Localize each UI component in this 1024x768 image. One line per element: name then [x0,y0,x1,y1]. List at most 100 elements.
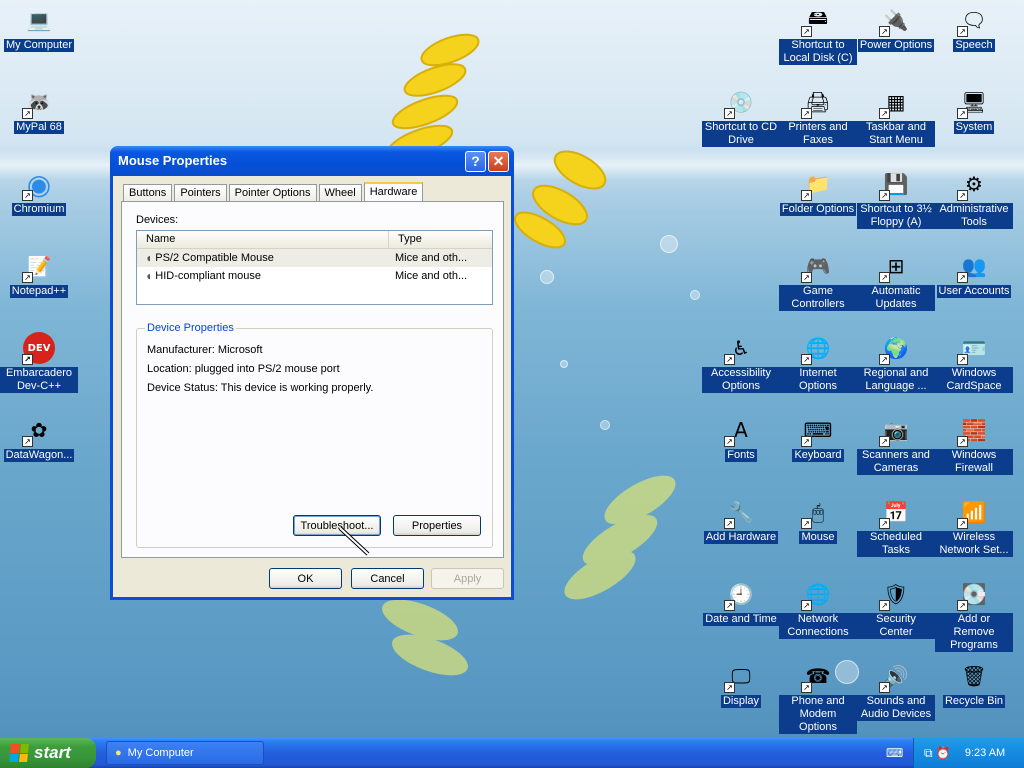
desktop-icon-shortcut-to-3-floppy-a[interactable]: 💾 ↗ Shortcut to 3½ Floppy (A) [857,168,935,229]
keyboard-icon: ⌨ ↗ [801,414,834,447]
shortcut-arrow-icon: ↗ [879,108,890,119]
desktop-icon-notepad[interactable]: 📝 ↗ Notepad++ [0,250,78,298]
desktop-icon-power-options[interactable]: 🔌 ↗ Power Options [857,4,935,52]
shortcut-arrow-icon: ↗ [879,190,890,201]
sounds-and-audio-devices-icon: 🔊 ↗ [879,660,912,693]
column-header-type[interactable]: Type [389,231,431,248]
power-options-icon: 🔌 ↗ [879,4,912,37]
tab-buttons[interactable]: Buttons [123,184,173,202]
desktop-icon-label: Game Controllers [779,285,857,311]
bubble [600,420,610,430]
desktop-icon-automatic-updates[interactable]: ⊞ ↗ Automatic Updates [857,250,935,311]
desktop-icon-taskbar-and-start-menu[interactable]: ▦ ↗ Taskbar and Start Menu [857,86,935,147]
wireless-network-set-icon: 📶 ↗ [957,496,990,529]
desktop-icon-wireless-network-set[interactable]: 📶 ↗ Wireless Network Set... [935,496,1013,557]
desktop-icon-date-and-time[interactable]: 🕘 ↗ Date and Time [702,578,780,626]
devices-list[interactable]: Name Type ◖ PS/2 Compatible Mouse Mice an… [136,230,493,305]
desktop-icon-windows-firewall[interactable]: 🧱 ↗ Windows Firewall [935,414,1013,475]
column-header-name[interactable]: Name [137,231,389,248]
shortcut-arrow-icon: ↗ [879,600,890,611]
automatic-updates-icon: ⊞ ↗ [879,250,912,283]
desktop-icon-label: Windows Firewall [935,449,1013,475]
shortcut-arrow-icon: ↗ [879,436,890,447]
desktop-icon-keyboard[interactable]: ⌨ ↗ Keyboard [779,414,857,462]
desktop-icon-printers-and-faxes[interactable]: 🖨 ↗ Printers and Faxes [779,86,857,147]
desktop-icon-label: Regional and Language ... [857,367,935,393]
desktop-icon-mouse[interactable]: 🖱 ↗ Mouse [779,496,857,544]
desktop-icon-speech[interactable]: 🗨 ↗ Speech [935,4,1013,52]
desktop-icon-my-computer[interactable]: 💻 My Computer [0,4,78,52]
printers-and-faxes-icon: 🖨 ↗ [801,86,834,119]
desktop-icon-windows-cardspace[interactable]: 🪪 ↗ Windows CardSpace [935,332,1013,393]
taskbar-item-my-computer[interactable]: ● My Computer [106,741,264,765]
desktop-icon-scanners-and-cameras[interactable]: 📷 ↗ Scanners and Cameras [857,414,935,475]
clock[interactable]: 9:23 AM [965,747,1005,759]
desktop-icon-embarcadero-dev-c[interactable]: DEV ↗ Embarcadero Dev-C++ [0,332,78,393]
shortcut-arrow-icon: ↗ [801,436,812,447]
desktop-icon-accessibility-options[interactable]: ♿ ↗ Accessibility Options [702,332,780,393]
ok-button[interactable]: OK [269,568,342,589]
apply-button[interactable]: Apply [431,568,504,589]
desktop-icon-administrative-tools[interactable]: ⚙ ↗ Administrative Tools [935,168,1013,229]
shortcut-arrow-icon: ↗ [724,354,735,365]
device-row[interactable]: ◖ PS/2 Compatible Mouse Mice and oth... [137,249,492,267]
desktop-icon-add-or-remove-programs[interactable]: 💽 ↗ Add or Remove Programs [935,578,1013,652]
desktop-icon-shortcut-to-local-disk-c[interactable]: 🖴 ↗ Shortcut to Local Disk (C) [779,4,857,65]
start-button[interactable]: start [0,738,96,768]
tab-strip: Buttons Pointers Pointer Options Wheel H… [123,182,425,203]
desktop-icon-sounds-and-audio-devices[interactable]: 🔊 ↗ Sounds and Audio Devices [857,660,935,721]
desktop-icon-shortcut-to-cd-drive[interactable]: 💿 ↗ Shortcut to CD Drive [702,86,780,147]
desktop-icon-display[interactable]: 🖵 ↗ Display [702,660,780,708]
mouse-icon: ◖ [145,251,153,265]
desktop-icon-mypal-68[interactable]: 🦝 ↗ MyPal 68 [0,86,78,134]
desktop-icon-folder-options[interactable]: 📁 ↗ Folder Options [779,168,857,216]
desktop-icon-chromium[interactable]: ◉ ↗ Chromium [0,168,78,216]
help-button[interactable]: ? [465,151,486,172]
desktop-icon-label: Mouse [799,531,837,544]
desktop-icon-recycle-bin[interactable]: 🗑 Recycle Bin [935,660,1013,708]
mouse-icon: 🖱 ↗ [801,496,834,529]
network-connections-icon: 🌐 ↗ [801,578,834,611]
desktop-icon-label: Date and Time [703,613,779,626]
devices-label: Devices: [136,214,179,226]
desktop-icon-label: Sounds and Audio Devices [857,695,935,721]
shortcut-arrow-icon: ↗ [801,354,812,365]
desktop-icon-user-accounts[interactable]: 👥 ↗ User Accounts [935,250,1013,298]
user-accounts-icon: 👥 ↗ [957,250,990,283]
device-properties-title: Device Properties [145,322,236,334]
dialog-titlebar[interactable]: Mouse Properties ? ✕ [110,146,514,176]
tab-hardware[interactable]: Hardware [363,182,424,203]
desktop-icon-fonts[interactable]: A ↗ Fonts [702,414,780,462]
desktop-icon-scheduled-tasks[interactable]: 📅 ↗ Scheduled Tasks [857,496,935,557]
device-row[interactable]: ◖ HID-compliant mouse Mice and oth... [137,267,492,285]
mouse-properties-dialog: Mouse Properties ? ✕ Buttons Pointers Po… [110,146,514,600]
shortcut-arrow-icon: ↗ [957,108,968,119]
close-button[interactable]: ✕ [488,151,509,172]
desktop-icon-datawagon[interactable]: ✿ ↗ DataWagon... [0,414,78,462]
desktop-icon-network-connections[interactable]: 🌐 ↗ Network Connections [779,578,857,639]
cancel-button[interactable]: Cancel [351,568,424,589]
desktop-icon-label: Administrative Tools [935,203,1013,229]
desktop-icon-phone-and-modem-options[interactable]: ☎ ↗ Phone and Modem Options [779,660,857,734]
properties-button[interactable]: Properties [393,515,481,536]
desktop-icon-internet-options[interactable]: 🌐 ↗ Internet Options [779,332,857,393]
keyboard-icon[interactable]: ⌨ [886,746,903,760]
desktop-icon-label: Notepad++ [9,285,69,298]
desktop-icon-label: Internet Options [779,367,857,393]
network-icon[interactable]: ⧉ ⏰ [924,746,951,761]
desktop-icon-game-controllers[interactable]: 🎮 ↗ Game Controllers [779,250,857,311]
regional-and-language-icon: 🌍 ↗ [879,332,912,365]
notepad-icon: 📝 ↗ [22,250,55,283]
desktop-icon-label: Speech [953,39,995,52]
tab-wheel[interactable]: Wheel [318,184,362,202]
desktop-icon-security-center[interactable]: 🛡 ↗ Security Center [857,578,935,639]
desktop-icon-regional-and-language[interactable]: 🌍 ↗ Regional and Language ... [857,332,935,393]
desktop-icon-label: Phone and Modem Options [779,695,857,734]
tab-pointer-options[interactable]: Pointer Options [228,184,317,202]
tab-pointers[interactable]: Pointers [174,184,227,202]
desktop-icon-label: User Accounts [936,285,1012,298]
my-computer-icon: 💻 [26,8,52,32]
device-status-text: Device Status: This device is working pr… [147,382,374,394]
desktop-icon-system[interactable]: 🖥 ↗ System [935,86,1013,134]
desktop-icon-add-hardware[interactable]: 🔧 ↗ Add Hardware [702,496,780,544]
